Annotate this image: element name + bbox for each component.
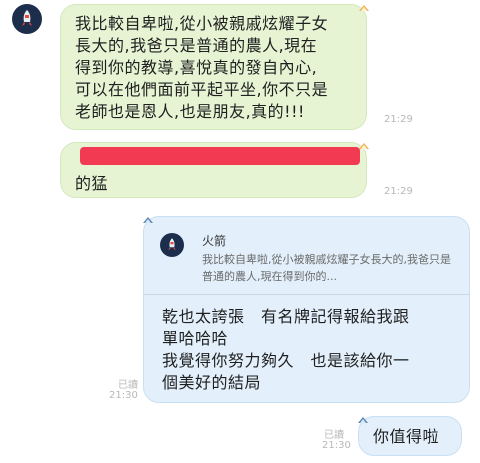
timestamp: 21:30 <box>322 440 351 451</box>
read-receipt: 已讀 <box>324 430 344 441</box>
pin-icon <box>143 217 153 223</box>
timestamp: 21:29 <box>384 186 413 197</box>
quote-divider <box>144 294 469 295</box>
message-text: 的猛 <box>75 174 109 193</box>
message-text: 乾也太誇張 有名牌記得報給我跟 單哈哈哈 我覺得你努力夠久 也是該給你一 個美好… <box>162 307 410 392</box>
timestamp: 21:30 <box>109 390 138 401</box>
quoted-message[interactable]: 火箭 我比較自卑啦,從小被親戚炫耀子女長大的,我爸只是普通的農人,現在得到你的.… <box>152 225 461 285</box>
rocket-icon <box>168 238 176 251</box>
read-receipt: 已讀 <box>118 380 138 391</box>
message-bubble-4[interactable]: 你值得啦 <box>358 416 462 456</box>
timestamp: 21:29 <box>384 114 413 125</box>
message-text: 你值得啦 <box>373 427 440 446</box>
pin-icon <box>358 417 368 423</box>
message-text: 我比較自卑啦,從小被親戚炫耀子女 長大的,我爸只是普通的農人,現在 得到你的教導… <box>75 14 329 121</box>
rocket-icon <box>22 10 32 26</box>
quote-avatar <box>160 233 184 257</box>
redaction-overlay <box>80 147 360 165</box>
sender-avatar[interactable] <box>12 4 42 34</box>
quote-sender-name: 火箭 <box>202 234 227 248</box>
quote-text: 我比較自卑啦,從小被親戚炫耀子女長大的,我爸只是普通的農人,現在得到你的... <box>202 253 451 283</box>
message-bubble-1[interactable]: 我比較自卑啦,從小被親戚炫耀子女 長大的,我爸只是普通的農人,現在 得到你的教導… <box>60 4 369 130</box>
pin-icon <box>359 5 369 11</box>
reply-bubble[interactable]: 火箭 我比較自卑啦,從小被親戚炫耀子女長大的,我爸只是普通的農人,現在得到你的.… <box>143 216 470 403</box>
